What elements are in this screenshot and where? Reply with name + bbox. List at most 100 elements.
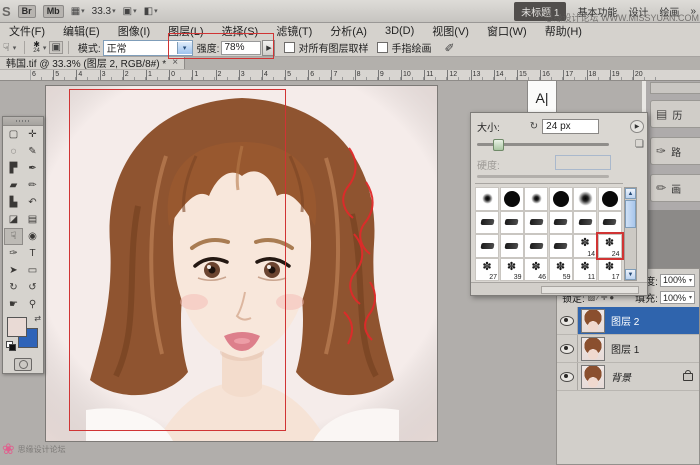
minibridge-button[interactable]: Mb <box>43 5 64 18</box>
view-extras-button[interactable]: ▣ ▾ <box>123 6 137 17</box>
scroll-up-icon[interactable]: ▲ <box>625 188 636 199</box>
menu-item[interactable]: 3D(D) <box>376 25 423 37</box>
tool-button[interactable]: ↻ <box>4 279 23 296</box>
layer-row[interactable]: 图层 2 <box>557 307 699 335</box>
scroll-down-icon[interactable]: ▼ <box>625 269 636 280</box>
brush-preset-cell[interactable]: 59 <box>549 258 573 282</box>
zoom-level-button[interactable]: 33.3 ▾ <box>92 6 116 17</box>
brush-preset-cell[interactable]: 46 <box>524 258 548 282</box>
tool-button[interactable]: ▛ <box>4 160 23 177</box>
layer-thumbnail[interactable] <box>581 309 605 333</box>
brush-preset-cell[interactable]: 17 <box>598 258 622 282</box>
visibility-toggle[interactable] <box>557 307 578 334</box>
tool-button[interactable]: ✑ <box>4 245 23 262</box>
layer-row[interactable]: 图层 1 <box>557 335 699 363</box>
layer-thumbnail[interactable] <box>581 365 605 389</box>
layer-row[interactable]: 背景 <box>557 363 699 391</box>
brush-preset-cell[interactable]: 24 <box>598 234 622 258</box>
document-tab[interactable]: 韩国.tif @ 33.3% (图层 2, RGB/8#) * × <box>0 56 185 69</box>
menu-item[interactable]: 文件(F) <box>0 23 54 39</box>
brush-preset-cell[interactable] <box>598 187 622 211</box>
dock-panel-button[interactable]: ✏ 画 <box>650 174 700 202</box>
workspace-button[interactable]: 设计 <box>628 4 648 19</box>
brush-preset-cell[interactable]: 27 <box>475 258 499 282</box>
brush-size-input[interactable]: 24 px <box>542 119 599 134</box>
popup-menu-button[interactable]: ▶ <box>630 120 644 133</box>
bridge-button[interactable]: Br <box>18 5 36 18</box>
character-panel-tab[interactable]: A| <box>527 80 557 116</box>
scrollbar-thumb[interactable] <box>625 200 636 228</box>
workspace-button[interactable]: 未标题 1 <box>514 2 566 21</box>
visibility-toggle[interactable] <box>557 335 578 362</box>
brush-preset-cell[interactable] <box>549 187 573 211</box>
brush-preset-cell[interactable] <box>524 234 548 258</box>
sample-all-layers-checkbox[interactable] <box>284 42 295 53</box>
close-icon[interactable]: × <box>172 57 178 68</box>
brush-preset-cell[interactable] <box>475 187 499 211</box>
tool-button[interactable]: ▭ <box>23 262 42 279</box>
mode-dropdown[interactable]: 正常 ▾ <box>103 40 193 56</box>
menu-item[interactable]: 窗口(W) <box>478 23 536 39</box>
horizontal-scroll-track[interactable] <box>541 286 639 294</box>
quick-mask-button[interactable] <box>3 355 43 373</box>
tool-preset-button[interactable]: ☟ ▾ <box>0 41 19 54</box>
brush-preset-cell[interactable]: 11 <box>573 258 597 282</box>
dock-panel-button[interactable]: ▤ 历 <box>650 100 700 128</box>
document-image[interactable] <box>45 85 438 442</box>
brush-preset-cell[interactable] <box>500 211 524 235</box>
tool-button[interactable]: ↺ <box>23 279 42 296</box>
arrange-documents-button[interactable]: ▦ ▾ <box>71 6 85 17</box>
brush-preset-cell[interactable] <box>500 187 524 211</box>
brush-size-slider[interactable] <box>477 143 609 146</box>
strength-input[interactable]: 78% <box>221 41 261 55</box>
tool-button[interactable]: ↶ <box>23 194 42 211</box>
brush-preset-cell[interactable] <box>549 211 573 235</box>
workspace-button[interactable]: 基本功能 <box>577 4 617 19</box>
default-colors-icon[interactable] <box>6 341 15 350</box>
tool-button[interactable]: ▙ <box>4 194 23 211</box>
foreground-color-swatch[interactable] <box>7 317 27 337</box>
strength-slider-button[interactable]: ▶ <box>262 40 275 56</box>
menu-item[interactable]: 分析(A) <box>321 23 376 39</box>
brush-preset-cell[interactable] <box>549 234 573 258</box>
menu-item[interactable]: 图层(L) <box>159 23 212 39</box>
tool-button[interactable]: ◌ <box>4 143 23 160</box>
reset-icon[interactable]: ↻ <box>530 121 538 132</box>
tool-button[interactable]: ◪ <box>4 211 23 228</box>
workspace-button[interactable]: » <box>690 6 696 17</box>
tool-button[interactable]: ▢ <box>4 126 23 143</box>
finger-painting-checkbox[interactable] <box>377 42 388 53</box>
dock-panel-button[interactable]: ✑ 路 <box>650 137 700 165</box>
brush-preset-cell[interactable]: 39 <box>500 258 524 282</box>
toggle-brush-panel-icon[interactable]: ▣ <box>49 41 62 54</box>
tool-button[interactable]: ☛ <box>4 296 23 313</box>
slider-thumb[interactable] <box>493 139 504 151</box>
toolbox-header[interactable] <box>3 117 43 126</box>
tool-button[interactable]: ▰ <box>4 177 23 194</box>
menu-item[interactable]: 编辑(E) <box>54 23 109 39</box>
brush-preset-button[interactable]: ✱ 24 ▾ <box>30 42 49 54</box>
brush-preset-cell[interactable] <box>475 211 499 235</box>
workspace-button[interactable]: 绘画 <box>659 4 679 19</box>
layer-thumbnail[interactable] <box>581 337 605 361</box>
tool-button[interactable]: T <box>23 245 42 262</box>
menu-item[interactable]: 帮助(H) <box>536 23 591 39</box>
visibility-toggle[interactable] <box>557 363 578 390</box>
fill-input[interactable]: 100% ▾ <box>660 291 695 304</box>
brush-panel-icon[interactable]: ✐ <box>443 41 455 55</box>
tool-button[interactable]: ▤ <box>23 211 42 228</box>
brush-preset-cell[interactable] <box>524 187 548 211</box>
new-brush-icon[interactable]: ❏ <box>635 139 644 150</box>
swap-colors-icon[interactable]: ⇄ <box>34 314 41 323</box>
tool-button[interactable]: ➤ <box>4 262 23 279</box>
brush-preset-cell[interactable] <box>598 211 622 235</box>
tool-button[interactable]: ✛ <box>23 126 42 143</box>
tool-button[interactable]: ✒ <box>23 160 42 177</box>
menu-item[interactable]: 滤镜(T) <box>267 23 321 39</box>
menu-item[interactable]: 图像(I) <box>109 23 159 39</box>
brush-preset-cell[interactable]: 14 <box>573 234 597 258</box>
tool-button[interactable]: ✏ <box>23 177 42 194</box>
brush-preset-cell[interactable] <box>524 211 548 235</box>
brush-preset-cell[interactable] <box>573 211 597 235</box>
brush-preset-cell[interactable] <box>475 234 499 258</box>
